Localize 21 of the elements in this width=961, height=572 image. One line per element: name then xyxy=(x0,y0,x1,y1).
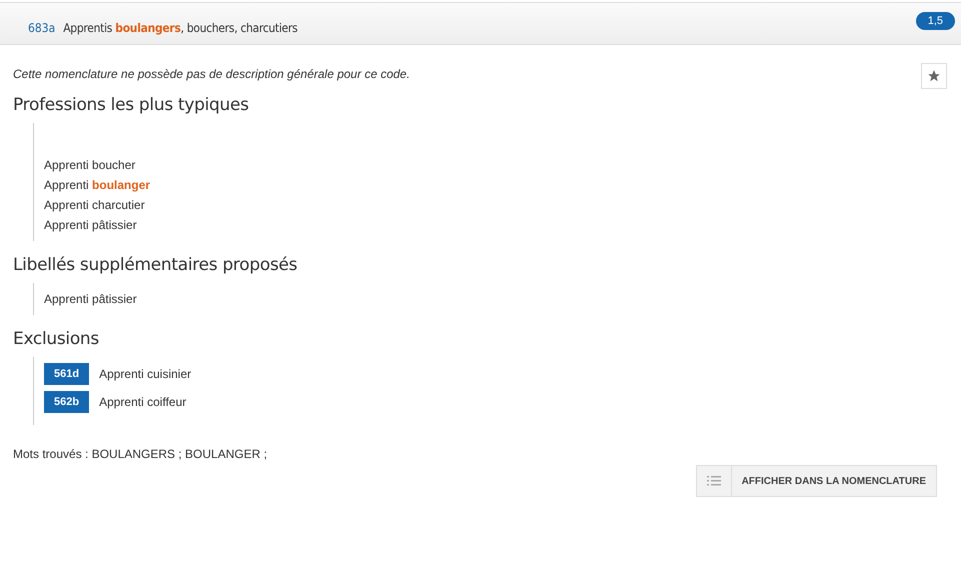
list-icon xyxy=(706,476,721,486)
code-tag[interactable]: 562b xyxy=(44,391,90,413)
header-title: Apprentis boulangers, bouchers, charcutiers xyxy=(63,20,298,34)
found-words-text: Mots trouvés : BOULANGERS ; BOULANGER ; xyxy=(13,447,268,461)
profession-item: Apprenti pâtissier xyxy=(44,217,138,234)
show-in-nomenclature-button[interactable]: AFFICHER DANS LA NOMENCLATURE xyxy=(696,465,937,497)
star-icon xyxy=(927,69,941,83)
code-tag[interactable]: 561d xyxy=(44,363,90,385)
profession-item: Apprenti pâtissier xyxy=(44,291,138,308)
code-label: 683a xyxy=(28,20,56,34)
section-heading: Professions les plus typiques xyxy=(13,95,250,115)
score-badge: 1,5 xyxy=(916,12,955,30)
favorite-button[interactable] xyxy=(921,63,947,89)
profession-item: Apprenti charcutier xyxy=(44,197,146,214)
section-heading: Libellés supplémentaires proposés xyxy=(13,255,298,275)
profession-item: Apprenti boucher xyxy=(44,157,136,174)
profession-item: Apprenti boulanger xyxy=(44,177,152,194)
exclusion-item: Apprenti coiffeur xyxy=(99,394,186,411)
section-heading: Exclusions xyxy=(13,329,100,349)
exclusion-item: Apprenti cuisinier xyxy=(99,366,192,383)
description-text: Cette nomenclature ne possède pas de description générale pour ce code. xyxy=(13,67,410,81)
